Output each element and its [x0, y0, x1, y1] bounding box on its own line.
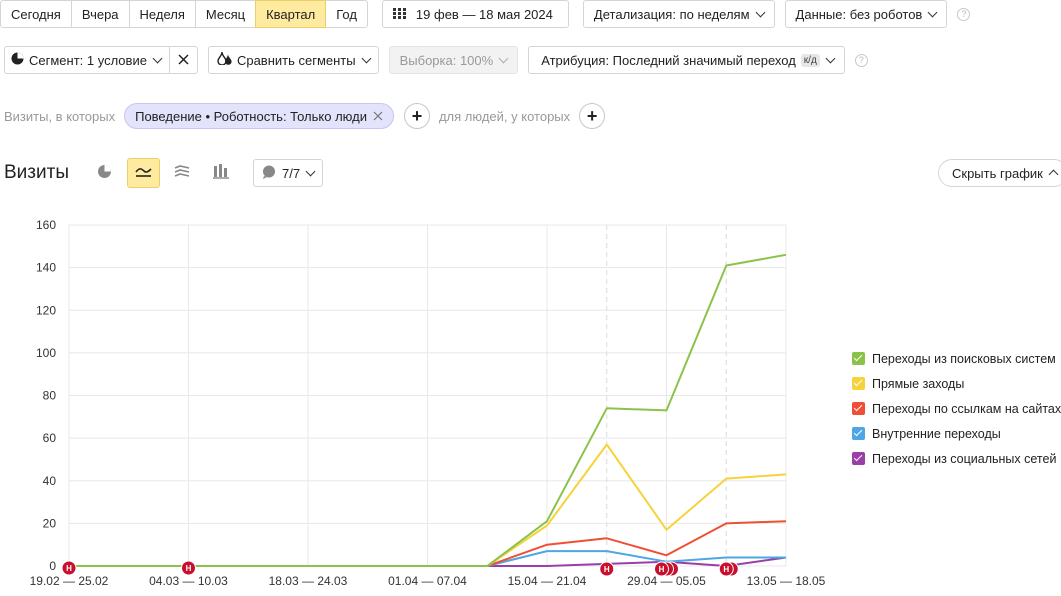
sample-dropdown: Выборка: 100% — [388, 46, 519, 74]
chevron-down-icon — [755, 7, 765, 17]
chart-legend: Переходы из поисковых систем Прямые заход… — [852, 346, 1061, 471]
compare-label: Сравнить сегменты — [236, 52, 356, 68]
checkbox-icon[interactable] — [852, 377, 865, 390]
filter-tag[interactable]: Поведение • Роботность: Только люди — [124, 103, 394, 129]
legend-label: Прямые заходы — [872, 376, 965, 391]
y-tick-label: 100 — [36, 346, 56, 360]
line-chart-icon — [135, 166, 152, 181]
legend-label: Переходы из поисковых систем — [872, 351, 1056, 366]
period-tab[interactable]: Сегодня — [0, 0, 72, 28]
date-range-label: 19 фев — 18 мая 2024 — [415, 6, 553, 22]
compare-segments-dropdown[interactable]: Сравнить сегменты — [207, 46, 379, 74]
x-tick-label: 19.02 — 25.02 — [30, 574, 109, 588]
area-view-button[interactable] — [166, 158, 199, 188]
period-tabs: Сегодня Вчера Неделя Месяц Квартал Год — [0, 0, 368, 28]
x-tick-label: 01.04 — 07.04 — [388, 574, 467, 588]
segment-dropdown[interactable]: Сегмент: 1 условие — [4, 46, 170, 74]
compare-icon — [217, 51, 233, 68]
pie-chart-icon — [97, 164, 112, 182]
legend-label: Переходы по ссылкам на сайтах — [872, 401, 1061, 416]
attribution-label: Атрибуция: Последний значимый переход — [541, 52, 796, 68]
legend-item[interactable]: Переходы из социальных сетей — [852, 446, 1061, 471]
close-icon[interactable] — [373, 109, 383, 124]
period-tab[interactable]: Квартал — [255, 0, 327, 28]
detail-label: Детализация: по неделям — [593, 6, 750, 22]
chevron-down-icon — [498, 53, 509, 63]
legend-item[interactable]: Прямые заходы — [852, 371, 1061, 396]
attribution-badge: к/д — [800, 53, 820, 67]
annotation-marker-label: Н — [186, 564, 192, 573]
help-icon[interactable]: ? — [854, 53, 868, 67]
add-filter-button[interactable]: + — [403, 103, 430, 129]
legend-item[interactable]: Переходы по ссылкам на сайтах — [852, 396, 1061, 421]
annotation-marker-label: Н — [723, 565, 729, 574]
bar-chart-icon — [213, 164, 230, 182]
comment-icon — [262, 165, 276, 182]
chevron-down-icon — [152, 53, 163, 63]
annotations-dropdown[interactable]: 7/7 — [252, 159, 324, 187]
bar-view-button[interactable] — [205, 158, 238, 188]
close-icon — [178, 53, 189, 68]
annotation-marker-label: Н — [66, 564, 72, 573]
legend-label: Переходы из социальных сетей — [872, 451, 1057, 466]
chevron-down-icon — [361, 53, 372, 63]
y-tick-label: 120 — [36, 303, 56, 317]
annotation-marker-label: Н — [659, 565, 665, 574]
help-icon[interactable]: ? — [957, 7, 971, 21]
y-tick-label: 40 — [43, 474, 57, 488]
period-tab[interactable]: Год — [325, 0, 368, 28]
hide-chart-label: Скрыть график — [952, 165, 1043, 181]
period-tab[interactable]: Неделя — [128, 0, 196, 28]
detail-dropdown[interactable]: Детализация: по неделям — [582, 0, 775, 28]
period-tab[interactable]: Вчера — [70, 0, 130, 28]
x-tick-label: 13.05 — 18.05 — [747, 574, 826, 588]
checkbox-icon[interactable] — [852, 427, 865, 440]
date-range-button[interactable]: 19 фев — 18 мая 2024 — [381, 0, 569, 28]
annotation-marker-label: Н — [604, 565, 610, 574]
period-tab[interactable]: Месяц — [194, 0, 257, 28]
line-view-button[interactable] — [126, 158, 160, 188]
y-tick-label: 60 — [43, 431, 57, 445]
annotations-count: 7/7 — [281, 165, 301, 181]
x-tick-label: 18.03 — 24.03 — [269, 574, 348, 588]
legend-item[interactable]: Переходы из поисковых систем — [852, 346, 1061, 371]
filter-prefix: Визиты, в которых — [4, 108, 116, 124]
sample-label: Выборка: 100% — [399, 52, 494, 68]
chevron-down-icon — [825, 53, 836, 63]
checkbox-icon[interactable] — [852, 402, 865, 415]
data-filter-label: Данные: без роботов — [795, 6, 923, 22]
checkbox-icon[interactable] — [852, 452, 865, 465]
chevron-down-icon — [927, 7, 938, 17]
pie-chart-icon — [11, 52, 24, 68]
y-tick-label: 80 — [43, 389, 57, 403]
data-filter-dropdown[interactable]: Данные: без роботов — [784, 0, 948, 28]
chart-title: Визиты — [4, 162, 69, 183]
legend-item[interactable]: Внутренние переходы — [852, 421, 1061, 446]
filter-tag-label: Поведение • Роботность: Только люди — [135, 108, 367, 124]
x-tick-label: 15.04 — 21.04 — [508, 574, 587, 588]
attribution-dropdown[interactable]: Атрибуция: Последний значимый переход к/… — [528, 46, 845, 74]
calendar-icon — [392, 7, 406, 22]
y-tick-label: 0 — [49, 559, 56, 573]
segment-label: Сегмент: 1 условие — [29, 52, 147, 68]
y-tick-label: 20 — [43, 516, 57, 530]
filter-middle: для людей, у которых — [438, 108, 571, 124]
add-people-filter-button[interactable]: + — [579, 103, 606, 129]
x-tick-label: 04.03 — 10.03 — [149, 574, 228, 588]
hide-chart-button[interactable]: Скрыть график — [938, 159, 1061, 187]
area-chart-icon — [174, 164, 190, 182]
visits-line-chart: 0 20 40 60 80 100 120 140 160 19.02 — 25.02 04.03 … — [30, 218, 826, 588]
clear-segment-button[interactable] — [168, 46, 198, 74]
legend-label: Внутренние переходы — [872, 426, 1001, 441]
chevron-down-icon — [305, 166, 316, 176]
y-tick-label: 160 — [36, 218, 56, 232]
pie-view-button[interactable] — [88, 158, 121, 188]
chevron-up-icon — [1048, 169, 1059, 180]
checkbox-icon[interactable] — [852, 352, 865, 365]
y-tick-label: 140 — [36, 261, 56, 275]
